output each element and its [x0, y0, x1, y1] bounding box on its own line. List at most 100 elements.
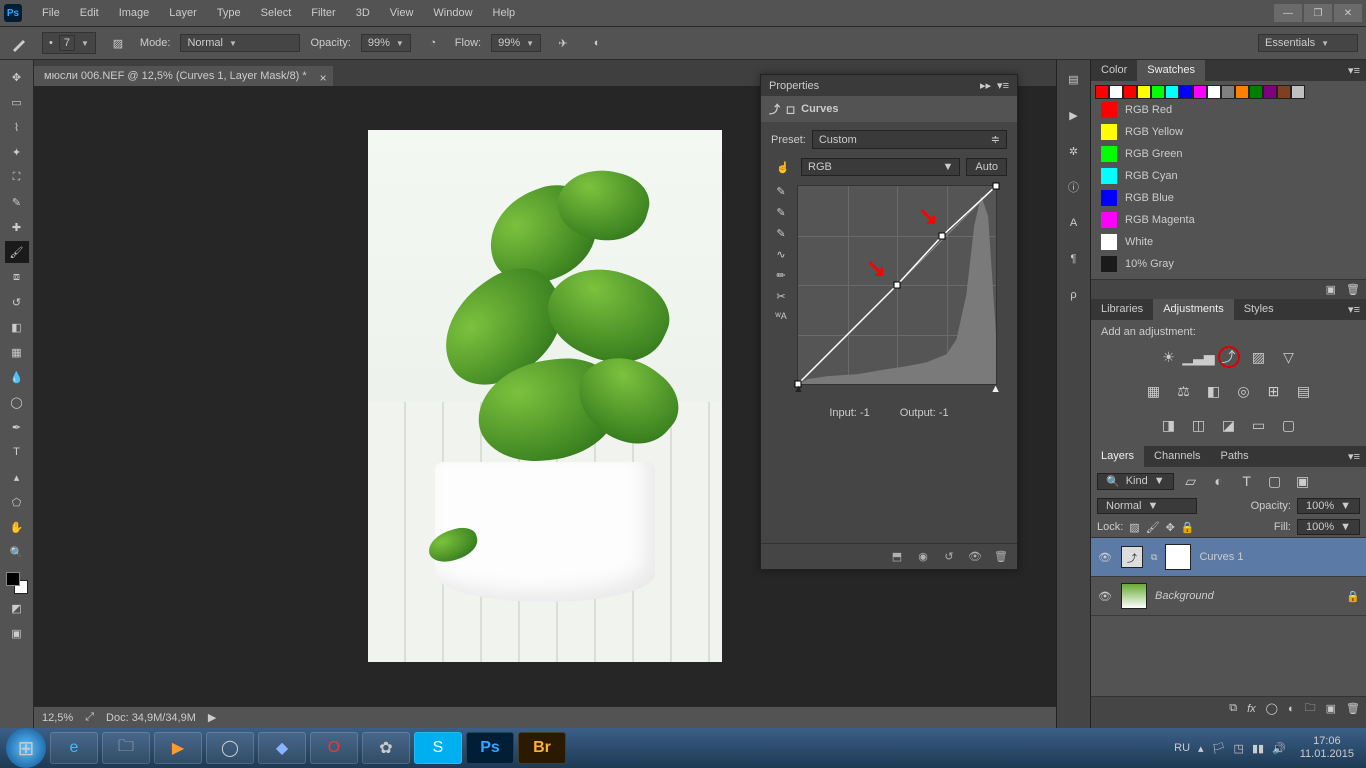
trash-icon[interactable]: 🗑: [993, 549, 1009, 565]
stamp-tool[interactable]: ⧈: [5, 266, 29, 288]
menu-file[interactable]: File: [32, 3, 70, 23]
targeted-adjust-icon[interactable]: ☝: [771, 155, 795, 179]
draw-curve-icon[interactable]: ✏: [776, 269, 785, 282]
move-tool[interactable]: ✥: [5, 66, 29, 88]
crop-tool[interactable]: ⛶: [5, 166, 29, 188]
eyedropper-tool[interactable]: ✎: [5, 191, 29, 213]
swatch-row[interactable]: 10% Gray: [1095, 253, 1362, 275]
taskbar-chrome[interactable]: ◯: [206, 732, 254, 764]
close-button[interactable]: ✕: [1334, 4, 1362, 22]
swatch-row[interactable]: RGB Red: [1095, 99, 1362, 121]
photo-filter-icon[interactable]: ◎: [1233, 380, 1255, 402]
filter-smart-icon[interactable]: ▣: [1292, 470, 1314, 492]
black-point-slider[interactable]: ▲: [793, 383, 804, 395]
marquee-tool[interactable]: ▭: [5, 91, 29, 113]
tab-adjustments[interactable]: Adjustments: [1153, 299, 1234, 320]
tab-styles[interactable]: Styles: [1234, 299, 1284, 320]
tray-app-icon[interactable]: ◳: [1234, 742, 1244, 755]
workspace-switcher[interactable]: Essentials▼: [1258, 34, 1358, 52]
auto-button[interactable]: Auto: [966, 158, 1007, 176]
layer-mask-icon[interactable]: ◯: [1266, 702, 1278, 715]
menu-select[interactable]: Select: [251, 3, 302, 23]
pressure-opacity-icon[interactable]: ◔: [421, 31, 445, 55]
blend-mode-select[interactable]: Normal▼: [180, 34, 300, 52]
link-layers-icon[interactable]: ⧉: [1229, 702, 1237, 715]
channel-mixer-icon[interactable]: ⊞: [1263, 380, 1285, 402]
posterize-icon[interactable]: ◫: [1188, 414, 1210, 436]
foreground-background-colors[interactable]: [6, 572, 28, 594]
preset-select[interactable]: Custom≑: [812, 130, 1007, 149]
opacity-field[interactable]: 99%▼: [361, 34, 411, 52]
clip-to-layer-icon[interactable]: ⬒: [889, 549, 905, 565]
swatch[interactable]: [1151, 85, 1165, 99]
lock-transparent-icon[interactable]: ▨: [1129, 521, 1139, 534]
vibrance-icon[interactable]: ▽: [1278, 346, 1300, 368]
properties-panel-icon[interactable]: ρ: [1063, 284, 1085, 306]
lasso-tool[interactable]: ⌇: [5, 116, 29, 138]
new-adjustment-layer-icon[interactable]: ◐: [1288, 703, 1295, 715]
taskbar-app-1[interactable]: ◆: [258, 732, 306, 764]
expand-icon[interactable]: ⤢: [85, 711, 94, 724]
tray-chevron-icon[interactable]: ▴: [1198, 742, 1204, 755]
document-tab[interactable]: мюсли 006.NEF @ 12,5% (Curves 1, Layer M…: [34, 66, 333, 86]
tray-flag-icon[interactable]: 🏳: [1212, 742, 1226, 755]
swatch[interactable]: [1193, 85, 1207, 99]
swatch[interactable]: [1263, 85, 1277, 99]
filter-shape-icon[interactable]: ▢: [1264, 470, 1286, 492]
screen-mode-icon[interactable]: ▣: [5, 622, 29, 644]
healing-tool[interactable]: ✚: [5, 216, 29, 238]
zoom-level[interactable]: 12,5%: [42, 712, 73, 724]
layer-name[interactable]: Background: [1155, 590, 1214, 602]
swatch-row[interactable]: White: [1095, 231, 1362, 253]
taskbar-skype[interactable]: S: [414, 732, 462, 764]
layer-name[interactable]: Curves 1: [1199, 551, 1243, 563]
quick-mask-icon[interactable]: ◩: [5, 597, 29, 619]
taskbar-explorer[interactable]: 🗀: [102, 732, 150, 764]
tray-volume-icon[interactable]: 🔊: [1272, 742, 1286, 755]
paragraph-panel-icon[interactable]: ¶: [1063, 248, 1085, 270]
lock-all-icon[interactable]: 🔒: [1181, 521, 1195, 534]
gradient-map-icon[interactable]: ▭: [1248, 414, 1270, 436]
taskbar-bridge[interactable]: Br: [518, 732, 566, 764]
airbrush-icon[interactable]: ✈: [551, 31, 575, 55]
filter-adjustment-icon[interactable]: ◐: [1208, 470, 1230, 492]
visibility-icon[interactable]: 👁: [1097, 551, 1113, 564]
filter-type-icon[interactable]: T: [1236, 470, 1258, 492]
tab-layers[interactable]: Layers: [1091, 446, 1144, 467]
new-layer-icon[interactable]: ▣: [1326, 702, 1336, 715]
brightness-contrast-icon[interactable]: ☀: [1158, 346, 1180, 368]
swatch-strip[interactable]: [1095, 85, 1362, 99]
menu-help[interactable]: Help: [483, 3, 526, 23]
curves-graph[interactable]: ↘ ↘: [797, 185, 997, 385]
swatch[interactable]: [1165, 85, 1179, 99]
tab-channels[interactable]: Channels: [1144, 446, 1210, 467]
maximize-button[interactable]: ❐: [1304, 4, 1332, 22]
hue-sat-icon[interactable]: ▦: [1143, 380, 1165, 402]
pen-tool[interactable]: ✒: [5, 416, 29, 438]
fill-field[interactable]: 100%▼: [1297, 519, 1360, 535]
pressure-size-icon[interactable]: ◐: [585, 31, 609, 55]
trash-icon[interactable]: 🗑: [1346, 702, 1360, 715]
swatch[interactable]: [1249, 85, 1263, 99]
swatch[interactable]: [1207, 85, 1221, 99]
swatch[interactable]: [1277, 85, 1291, 99]
visibility-icon[interactable]: 👁: [1097, 590, 1113, 603]
color-lookup-icon[interactable]: ▤: [1293, 380, 1315, 402]
threshold-icon[interactable]: ◪: [1218, 414, 1240, 436]
edit-points-icon[interactable]: ∿: [776, 248, 785, 261]
new-group-icon[interactable]: 🗀: [1305, 699, 1316, 718]
black-sampler-icon[interactable]: ✎: [776, 185, 785, 198]
tab-swatches[interactable]: Swatches: [1137, 60, 1205, 81]
eraser-tool[interactable]: ◧: [5, 316, 29, 338]
layer-thumb[interactable]: [1121, 583, 1147, 609]
exposure-icon[interactable]: ▨: [1248, 346, 1270, 368]
swatch[interactable]: [1291, 85, 1305, 99]
white-point-slider[interactable]: ▲: [990, 383, 1001, 395]
black-white-icon[interactable]: ◧: [1203, 380, 1225, 402]
tab-libraries[interactable]: Libraries: [1091, 299, 1153, 320]
clip-icon[interactable]: ✂: [776, 290, 785, 303]
history-panel-icon[interactable]: ▤: [1063, 68, 1085, 90]
channel-select[interactable]: RGB▼: [801, 158, 960, 176]
character-panel-icon[interactable]: A: [1063, 212, 1085, 234]
white-sampler-icon[interactable]: ✎: [776, 227, 785, 240]
